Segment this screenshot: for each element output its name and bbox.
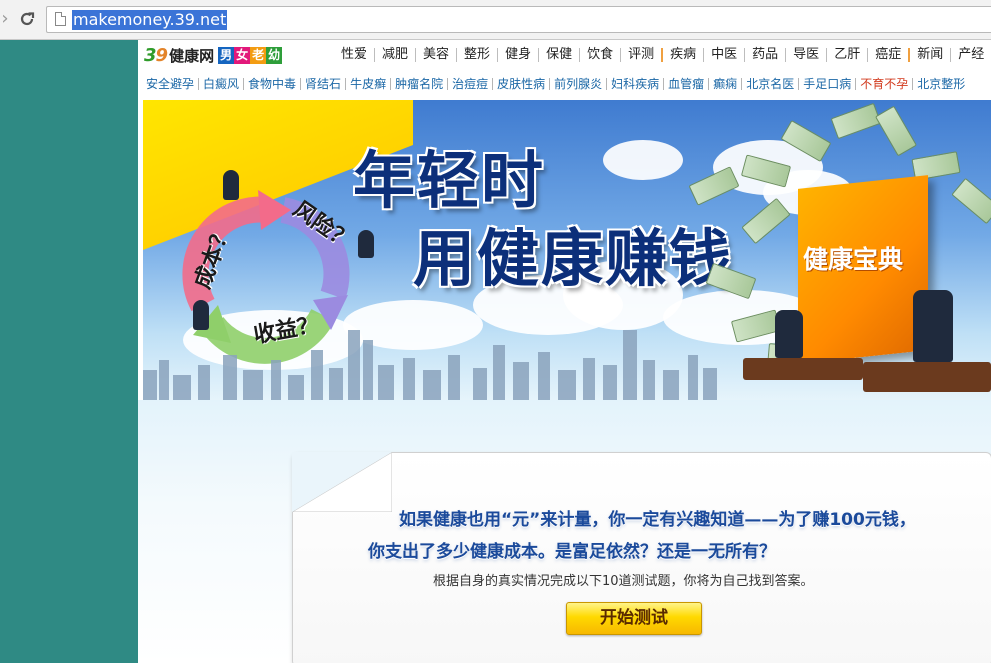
address-bar[interactable]: makemoney.39.net [46,6,991,33]
topnav-item[interactable]: 健身 [497,48,538,62]
browser-toolbar: › makemoney.39.net [0,0,991,40]
logo-tag: 女 [234,46,251,64]
subnav-link[interactable]: 治痘痘 [447,78,492,90]
start-test-button[interactable]: 开始测试 [566,602,702,635]
subnav-link[interactable]: 北京名医 [741,78,798,90]
businessman-figure [358,230,374,258]
hero-banner: 风险？ 成本？ 收益？ 年轻时 用健康赚钱 健康宝典 [143,100,991,400]
page-curl [292,452,392,512]
subnav-link[interactable]: 白癜风 [198,78,243,90]
subnav-link[interactable]: 妇科疾病 [606,78,663,90]
topnav-item[interactable]: 产经 [950,48,991,62]
book-title: 健康宝典 [803,245,904,274]
topnav-item[interactable]: 药品 [744,48,785,62]
page-icon [55,12,66,26]
chevron-right-icon[interactable]: › [0,8,16,30]
topnav-item[interactable]: 癌症 [867,48,908,62]
topnav-item[interactable]: 减肥 [374,48,415,62]
quiz-section: 如果健康也用“元”来计量，你一定有兴趣知道——为了赚100元钱， 你支出了多少健… [138,400,991,663]
subnav-link[interactable]: 手足口病 [798,78,855,90]
reload-icon[interactable] [16,8,38,30]
topnav-item[interactable]: 中医 [703,48,744,62]
topnav-item[interactable]: 饮食 [579,48,620,62]
sub-navigation: 安全避孕 白癜风 食物中毒 肾结石 牛皮癣 肿瘤名院 治痘痘 皮肤性病 前列腺炎 妇科疾病 血管瘤癫… [144,76,969,92]
subnav-link[interactable]: 安全避孕 [144,78,198,90]
topnav-item[interactable]: 导医 [785,48,826,62]
subnav-link[interactable]: 血管瘤 [663,78,708,90]
businessman-figure [193,300,209,330]
subnav-link[interactable]: 皮肤性病 [492,78,549,90]
topnav-item[interactable]: 评测 [620,48,661,62]
topnav-item[interactable]: 新闻 [908,48,950,62]
quiz-intro-line2: 你支出了多少健康成本。是富足依然？还是一无所有？ [368,542,776,562]
subnav-link[interactable]: 不育不孕 [855,78,912,90]
site-logo[interactable]: 39 健康网 男女老幼 [144,44,283,66]
subnav-link[interactable]: 癫痫 [708,78,741,90]
site-page: 39 健康网 男女老幼 性爱 减肥 美容 整形 健身 保健 饮食 评测 疾病 中医 药品 导医 乙肝 癌症… [138,40,991,663]
subnav-link[interactable]: 食物中毒 [243,78,300,90]
topnav-item[interactable]: 疾病 [661,48,703,62]
left-background-strip [0,40,138,663]
subnav-link[interactable]: 牛皮癣 [345,78,390,90]
banner-title-line2: 用健康赚钱 [413,222,734,295]
top-navigation: 性爱减肥美容整形健身保健饮食评测疾病中医药品导医乙肝癌症新闻产经论坛 [334,45,991,65]
topnav-item[interactable]: 整形 [456,48,497,62]
logo-name: 健康网 [169,46,215,65]
topnav-item[interactable]: 性爱 [334,48,374,62]
logo-tag: 幼 [266,46,283,64]
city-skyline [143,330,717,400]
businessman-figure [223,170,239,200]
quiz-hint: 根据自身的真实情况完成以下10道测试题，你将为自己找到答案。 [433,574,814,589]
topnav-item[interactable]: 美容 [415,48,456,62]
subnav-link[interactable]: 肿瘤名院 [390,78,447,90]
topnav-item[interactable]: 保健 [538,48,579,62]
logo-tag: 男 [218,46,235,64]
subnav-link[interactable]: 前列腺炎 [549,78,606,90]
logo-tag: 老 [250,46,267,64]
subnav-link[interactable]: 北京整形 [912,78,969,90]
quiz-intro-line1: 如果健康也用“元”来计量，你一定有兴趣知道——为了赚100元钱， [399,510,916,530]
subnav-link[interactable]: 肾结石 [300,78,345,90]
topnav-item[interactable]: 乙肝 [826,48,867,62]
url-text[interactable]: makemoney.39.net [72,10,228,30]
banner-title-line1: 年轻时 [353,144,546,217]
logo-tags: 男女老幼 [218,46,283,64]
logo-number: 39 [144,44,168,66]
